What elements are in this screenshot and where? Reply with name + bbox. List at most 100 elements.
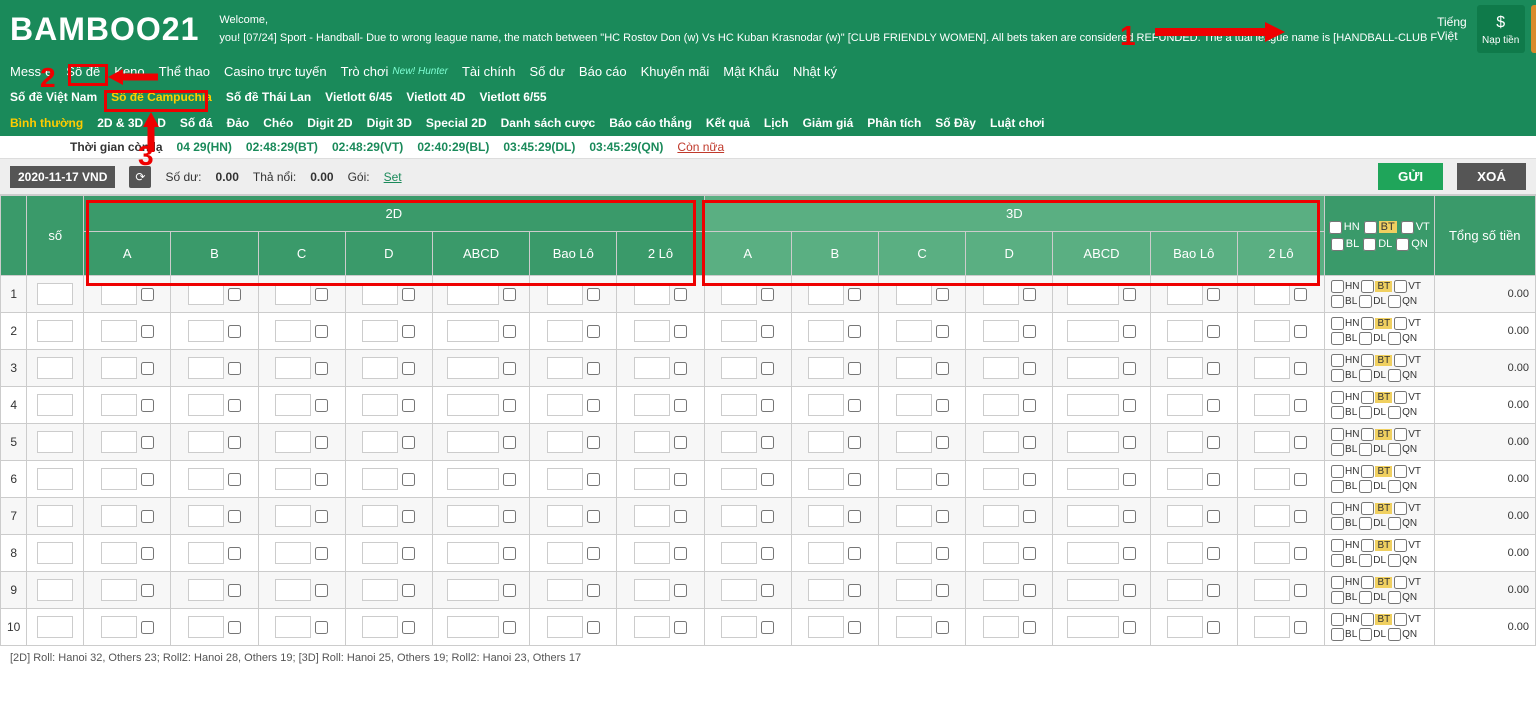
bet-checkbox[interactable] (503, 510, 516, 523)
bet-amount-input[interactable] (447, 616, 499, 638)
bet-amount-input[interactable] (808, 616, 844, 638)
bet-checkbox[interactable] (1023, 288, 1036, 301)
bet-amount-input[interactable] (1067, 431, 1119, 453)
bet-amount-input[interactable] (808, 468, 844, 490)
bet-amount-input[interactable] (1067, 468, 1119, 490)
bet-amount-input[interactable] (188, 320, 224, 342)
bet-checkbox[interactable] (402, 399, 415, 412)
bet-amount-input[interactable] (1254, 542, 1290, 564)
nav-digit2d[interactable]: Digit 2D (307, 116, 352, 130)
row-opt-bt[interactable]: BT (1361, 465, 1392, 478)
bet-checkbox[interactable] (1123, 621, 1136, 634)
bet-amount-input[interactable] (721, 468, 757, 490)
bet-checkbox[interactable] (761, 325, 774, 338)
bet-checkbox[interactable] (1207, 362, 1220, 375)
bet-checkbox[interactable] (228, 362, 241, 375)
bet-checkbox[interactable] (315, 510, 328, 523)
bet-checkbox[interactable] (1123, 473, 1136, 486)
bet-amount-input[interactable] (1067, 394, 1119, 416)
bet-checkbox[interactable] (936, 436, 949, 449)
bet-checkbox[interactable] (848, 362, 861, 375)
bet-checkbox[interactable] (761, 288, 774, 301)
row-opt-qn[interactable]: QN (1388, 554, 1417, 567)
row-opt-qn[interactable]: QN (1388, 517, 1417, 530)
bet-checkbox[interactable] (315, 325, 328, 338)
bet-amount-input[interactable] (1254, 616, 1290, 638)
bet-amount-input[interactable] (362, 394, 398, 416)
bet-amount-input[interactable] (1167, 283, 1203, 305)
row-opt-vt[interactable]: VT (1394, 391, 1421, 404)
bet-checkbox[interactable] (848, 584, 861, 597)
number-input[interactable] (37, 505, 73, 527)
nav-dao[interactable]: Đảo (227, 116, 250, 130)
bet-checkbox[interactable] (1023, 399, 1036, 412)
row-opt-qn[interactable]: QN (1388, 406, 1417, 419)
bet-amount-input[interactable] (1067, 542, 1119, 564)
bet-checkbox[interactable] (402, 510, 415, 523)
bet-checkbox[interactable] (1023, 473, 1036, 486)
bet-amount-input[interactable] (896, 616, 932, 638)
bet-checkbox[interactable] (315, 436, 328, 449)
bet-checkbox[interactable] (848, 288, 861, 301)
bet-checkbox[interactable] (228, 584, 241, 597)
bet-checkbox[interactable] (1123, 436, 1136, 449)
bet-checkbox[interactable] (228, 325, 241, 338)
bet-checkbox[interactable] (141, 436, 154, 449)
row-opt-bl[interactable]: BL (1331, 554, 1357, 567)
bet-amount-input[interactable] (983, 283, 1019, 305)
bet-checkbox[interactable] (141, 325, 154, 338)
bet-checkbox[interactable] (503, 547, 516, 560)
bet-checkbox[interactable] (1123, 288, 1136, 301)
deposit-button[interactable]: $ Nạp tiền (1477, 5, 1525, 53)
bet-amount-input[interactable] (634, 616, 670, 638)
bet-checkbox[interactable] (1294, 473, 1307, 486)
bet-checkbox[interactable] (315, 288, 328, 301)
bet-checkbox[interactable] (936, 473, 949, 486)
nav-rules[interactable]: Luật chơi (990, 116, 1045, 130)
row-opt-dl[interactable]: DL (1359, 554, 1386, 567)
bet-checkbox[interactable] (1207, 399, 1220, 412)
row-opt-qn[interactable]: QN (1388, 332, 1417, 345)
bet-checkbox[interactable] (1294, 362, 1307, 375)
bet-checkbox[interactable] (761, 473, 774, 486)
bet-amount-input[interactable] (1167, 320, 1203, 342)
row-opt-dl[interactable]: DL (1359, 332, 1386, 345)
nav-games[interactable]: Trò chơi (341, 64, 389, 79)
row-opt-vt[interactable]: VT (1394, 428, 1421, 441)
bet-checkbox[interactable] (936, 399, 949, 412)
bet-checkbox[interactable] (1294, 510, 1307, 523)
bet-checkbox[interactable] (761, 510, 774, 523)
row-opt-vt[interactable]: VT (1394, 502, 1421, 515)
bet-amount-input[interactable] (1254, 505, 1290, 527)
bet-checkbox[interactable] (228, 547, 241, 560)
bet-checkbox[interactable] (1023, 325, 1036, 338)
number-input[interactable] (37, 616, 73, 638)
bet-checkbox[interactable] (674, 436, 687, 449)
bet-checkbox[interactable] (1207, 584, 1220, 597)
bet-checkbox[interactable] (936, 325, 949, 338)
head-opt-bt[interactable]: BT (1364, 221, 1397, 234)
row-opt-bt[interactable]: BT (1361, 613, 1392, 626)
number-input[interactable] (37, 320, 73, 342)
bet-amount-input[interactable] (547, 505, 583, 527)
bet-checkbox[interactable] (761, 436, 774, 449)
bet-amount-input[interactable] (188, 616, 224, 638)
row-opt-bt[interactable]: BT (1361, 502, 1392, 515)
head-opt-qn[interactable]: QN (1396, 238, 1428, 251)
bet-checkbox[interactable] (228, 510, 241, 523)
refresh-button[interactable]: ⟳ (129, 166, 151, 188)
bet-checkbox[interactable] (1207, 510, 1220, 523)
row-opt-hn[interactable]: HN (1331, 280, 1359, 293)
bet-amount-input[interactable] (1067, 283, 1119, 305)
bet-amount-input[interactable] (362, 616, 398, 638)
bet-checkbox[interactable] (1023, 510, 1036, 523)
bet-checkbox[interactable] (1123, 510, 1136, 523)
bet-amount-input[interactable] (188, 542, 224, 564)
bet-amount-input[interactable] (447, 431, 499, 453)
nav-finance[interactable]: Tài chính (462, 64, 515, 79)
bet-checkbox[interactable] (141, 510, 154, 523)
bet-checkbox[interactable] (141, 362, 154, 375)
bet-checkbox[interactable] (848, 473, 861, 486)
bet-checkbox[interactable] (141, 473, 154, 486)
bet-amount-input[interactable] (275, 357, 311, 379)
